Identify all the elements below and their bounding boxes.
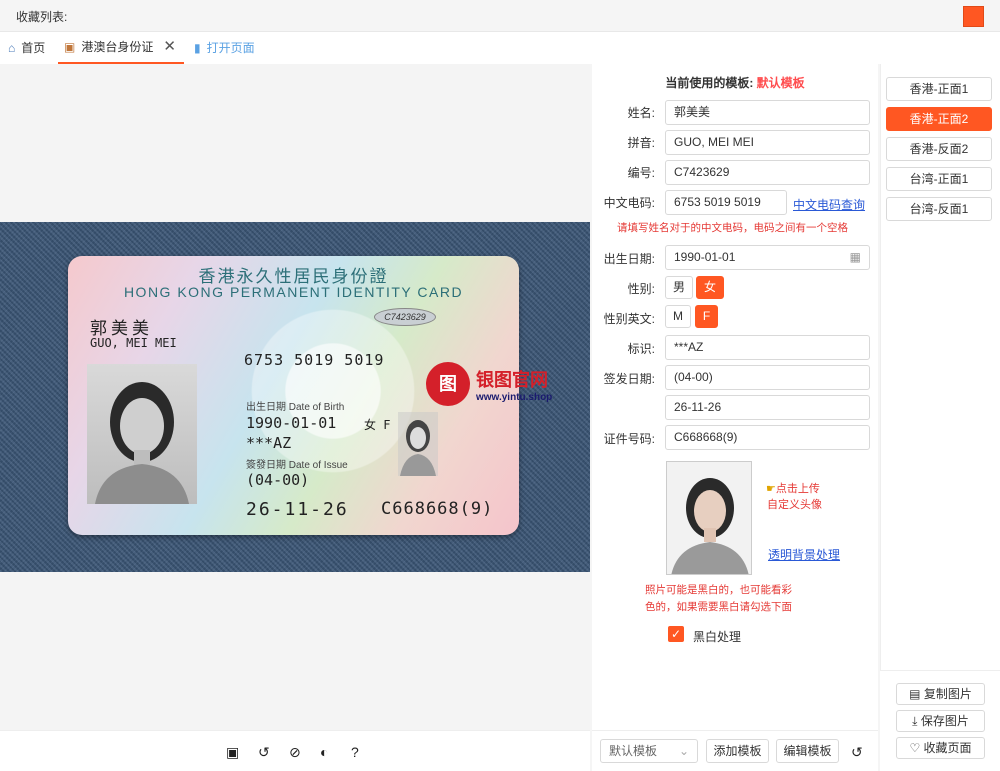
refresh-icon[interactable]: ↺ <box>851 744 863 761</box>
watermark-logo: 图 <box>426 362 470 406</box>
favorites-title: 收藏列表: <box>16 10 68 24</box>
card-issue1: (04-00) <box>246 471 310 489</box>
name-label: 姓名: <box>627 106 655 120</box>
close-icon[interactable]: ✕ <box>163 32 176 62</box>
watermark-name: 银图官网 <box>476 369 548 390</box>
current-template-name: 默认模板 <box>756 76 805 90</box>
pinyin-input[interactable]: GUO, MEI MEI <box>665 130 870 155</box>
card-ghost-photo <box>398 412 438 476</box>
card-sex: 女 F <box>364 418 391 432</box>
name-input[interactable]: 郭美美 <box>665 100 870 125</box>
download-icon: ⤓ <box>912 714 918 728</box>
ccode-hint: 请填写姓名对于的中文电码，电码之间有一个空格 <box>617 222 848 234</box>
pinyin-label: 拼音: <box>627 136 655 150</box>
upload-hint-2: 自定义头像 <box>767 499 822 511</box>
pointing-hand-icon: ☛ <box>766 483 776 495</box>
card-mark: ***AZ <box>246 434 292 452</box>
card-title-en: HONG KONG PERMANENT IDENTITY CARD <box>123 284 464 300</box>
id-number-label: 证件号码: <box>603 432 655 446</box>
picture-in-picture-icon[interactable]: ▣ <box>226 744 239 761</box>
template-tw-back-1[interactable]: 台湾-反面1 <box>886 197 992 221</box>
watermark-url: www.yintu.shop <box>476 391 553 403</box>
sex-label: 性别: <box>627 282 655 296</box>
color-swatch[interactable] <box>963 6 984 27</box>
mark-label: 标识: <box>627 342 655 356</box>
template-hk-front-2[interactable]: 香港-正面2 <box>886 107 992 131</box>
help-icon[interactable]: ? <box>351 744 359 760</box>
contrast-icon[interactable]: ◐ <box>320 744 328 760</box>
tab-id-card-label: 港澳台身份证 <box>81 40 154 54</box>
ccode-lookup-link[interactable]: 中文电码查询 <box>793 196 865 213</box>
watermark: 图 银图官网 www.yintu.shop <box>426 362 552 406</box>
issue-input-2[interactable]: 26-11-26 <box>665 395 870 420</box>
template-header: 当前使用的模板: 默认模板 <box>665 76 805 90</box>
mark-input[interactable]: ***AZ <box>665 335 870 360</box>
sex-female-button[interactable]: 女 <box>696 276 724 299</box>
page-icon: ▮ <box>194 41 201 55</box>
issue-label: 签发日期: <box>603 372 655 386</box>
number-label: 编号: <box>627 166 655 180</box>
bw-label: 黑白处理 <box>693 630 742 644</box>
heart-icon: ♡ <box>909 741 921 755</box>
transparent-bg-link[interactable]: 透明背景处理 <box>768 546 840 563</box>
tab-bar: ⌂ 首页 ▣ 港澳台身份证 ✕ ▮ 打开页面 <box>0 32 1000 64</box>
number-input[interactable]: C7423629 <box>665 160 870 185</box>
favorites-bar: 收藏列表: <box>0 0 1000 32</box>
card-issue-label: 簽發日期 Date of Issue <box>246 460 348 471</box>
upload-hint[interactable]: ☛点击上传 <box>766 480 820 496</box>
rotate-icon[interactable]: ↺ <box>258 744 270 761</box>
card-dob: 1990-01-01 <box>246 414 337 432</box>
add-template-button[interactable]: 添加模板 <box>706 739 769 763</box>
ccode-label: 中文电码: <box>603 196 655 210</box>
ccode-input[interactable]: 6753 5019 5019 <box>665 190 787 215</box>
template-hk-front-1[interactable]: 香港-正面1 <box>886 77 992 101</box>
id-number-input[interactable]: C668668(9) <box>665 425 870 450</box>
tab-open-page[interactable]: ▮ 打开页面 <box>194 32 255 64</box>
copy-image-button[interactable]: ▤ 复制图片 <box>896 683 985 705</box>
dob-label: 出生日期: <box>603 252 655 266</box>
copy-icon: ▤ <box>909 687 921 701</box>
issue-input-1[interactable]: (04-00) <box>665 365 870 390</box>
sex-en-m-button[interactable]: M <box>665 305 691 328</box>
card-id-number: C668668(9) <box>381 499 494 519</box>
template-select[interactable]: 默认模板 ⌄ <box>600 739 698 763</box>
template-tw-front-1[interactable]: 台湾-正面1 <box>886 167 992 191</box>
bw-checkbox[interactable]: ✓ <box>668 626 684 642</box>
sex-en-label: 性别英文: <box>603 312 655 326</box>
tab-home-label: 首页 <box>21 41 46 55</box>
card-chip-number: C7423629 <box>374 308 436 326</box>
sex-male-button[interactable]: 男 <box>665 276 693 299</box>
eye-off-icon[interactable]: ⊘ <box>289 744 301 761</box>
card-name-en: GUO, MEI MEI <box>90 336 177 350</box>
edit-template-button[interactable]: 编辑模板 <box>776 739 839 763</box>
card-ccode: 6753 5019 5019 <box>244 351 385 369</box>
card-dob-label: 出生日期 Date of Birth <box>246 402 345 413</box>
photo-hint-2: 色的，如果需要黑白请勾选下面 <box>645 601 792 613</box>
chevron-down-icon: ⌄ <box>678 744 689 758</box>
card-issue2: 26-11-26 <box>246 499 349 520</box>
template-hk-back-2[interactable]: 香港-反面2 <box>886 137 992 161</box>
favorite-page-button[interactable]: ♡ 收藏页面 <box>896 737 985 759</box>
photo-hint-1: 照片可能是黑白的，也可能看彩 <box>645 584 792 596</box>
tab-id-card[interactable]: ▣ 港澳台身份证 ✕ <box>58 32 184 64</box>
home-icon: ⌂ <box>8 41 16 55</box>
tab-home[interactable]: ⌂ 首页 <box>8 32 45 64</box>
dob-input[interactable]: 1990-01-01 ▦ <box>665 245 870 270</box>
calendar-icon: ▦ <box>849 250 861 264</box>
card-photo <box>87 364 197 504</box>
save-image-button[interactable]: ⤓ 保存图片 <box>896 710 985 732</box>
sex-en-f-button[interactable]: F <box>695 305 718 328</box>
tab-open-page-label: 打开页面 <box>206 41 255 55</box>
id-card-icon: ▣ <box>64 40 76 54</box>
avatar-upload[interactable] <box>666 461 752 575</box>
